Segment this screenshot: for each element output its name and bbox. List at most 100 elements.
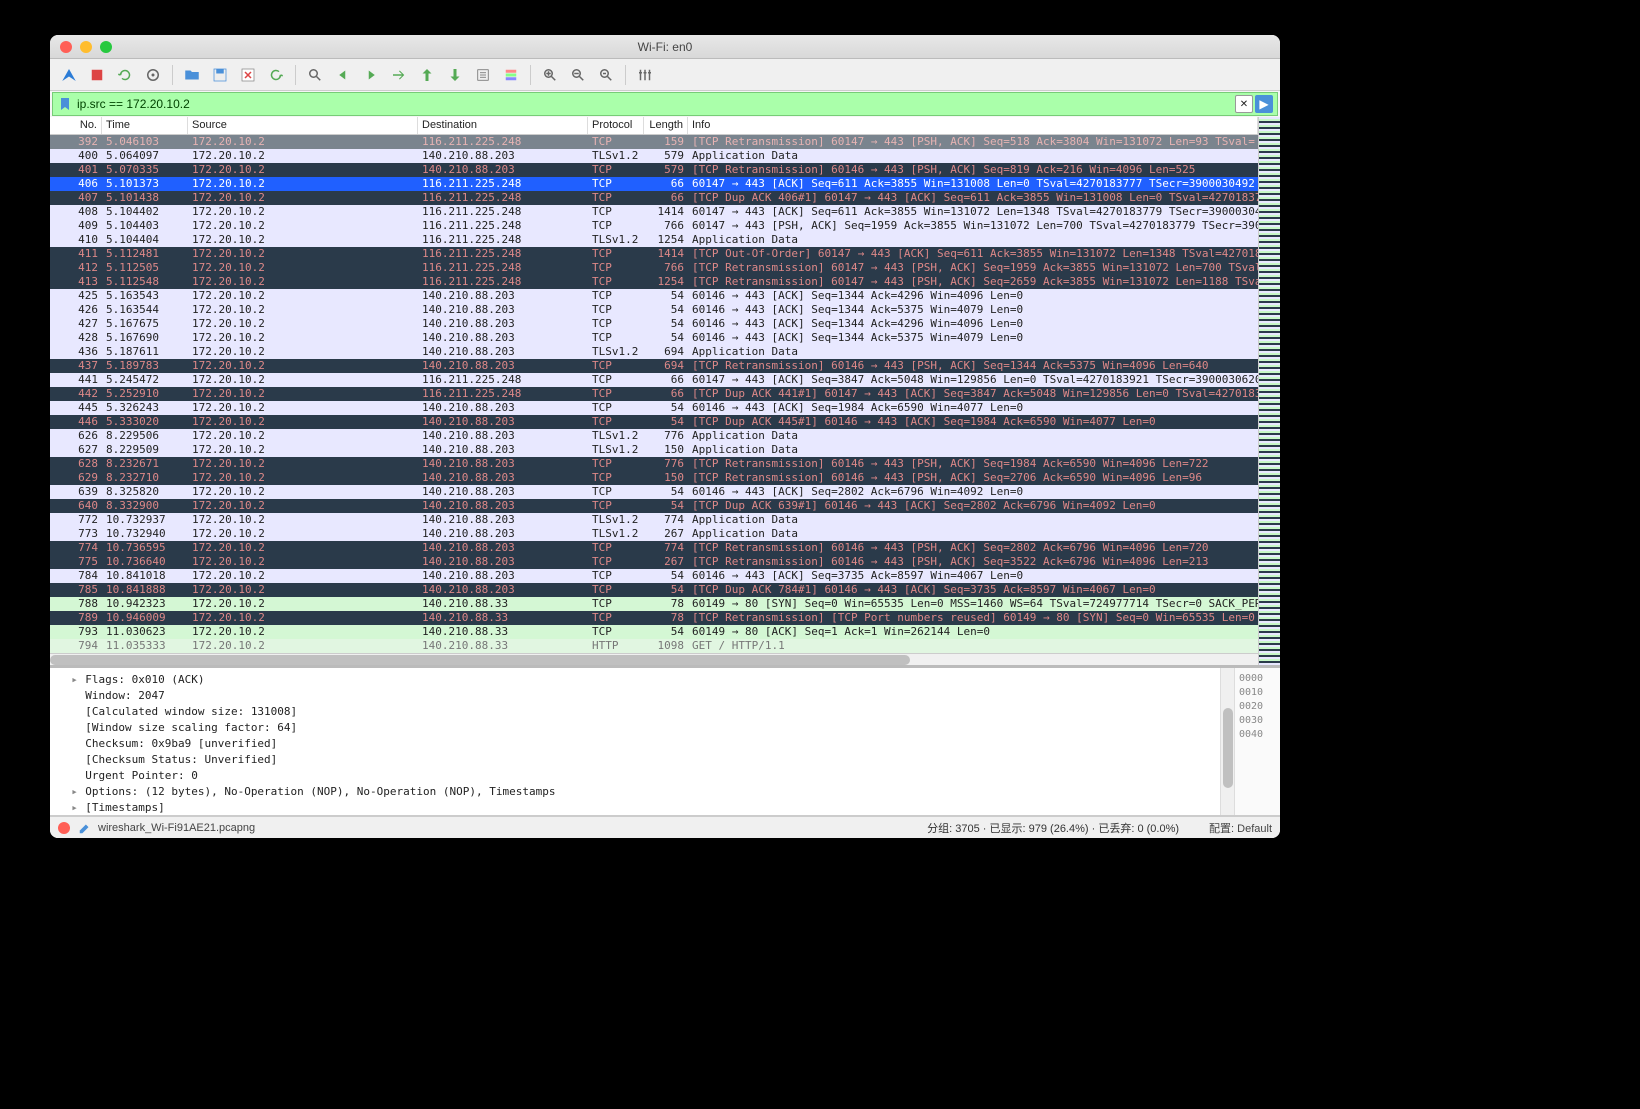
col-protocol[interactable]: Protocol <box>588 117 644 134</box>
first-packet-icon[interactable] <box>414 62 440 88</box>
packet-row[interactable]: 6278.229509172.20.10.2140.210.88.203TLSv… <box>50 443 1258 457</box>
profile-value[interactable]: Default <box>1237 823 1272 835</box>
detail-line[interactable]: [Window size scaling factor: 64] <box>58 720 1212 736</box>
packet-row[interactable]: 78510.841888172.20.10.2140.210.88.203TCP… <box>50 583 1258 597</box>
detail-line[interactable]: ▸Flags: 0x010 (ACK) <box>58 672 1212 688</box>
details-scrollbar[interactable] <box>1220 668 1234 815</box>
last-packet-icon[interactable] <box>442 62 468 88</box>
packet-details: ▸Flags: 0x010 (ACK) Window: 2047 [Calcul… <box>50 668 1280 816</box>
next-packet-icon[interactable] <box>358 62 384 88</box>
packet-row[interactable]: 4265.163544172.20.10.2140.210.88.203TCP5… <box>50 303 1258 317</box>
expand-icon[interactable]: ▸ <box>71 672 81 688</box>
packet-row[interactable]: 79411.035333172.20.10.2140.210.88.33HTTP… <box>50 639 1258 653</box>
packet-row[interactable]: 78910.946009172.20.10.2140.210.88.33TCP7… <box>50 611 1258 625</box>
packet-row[interactable]: 6398.325820172.20.10.2140.210.88.203TCP5… <box>50 485 1258 499</box>
packet-row[interactable]: 4465.333020172.20.10.2140.210.88.203TCP5… <box>50 415 1258 429</box>
auto-scroll-icon[interactable] <box>470 62 496 88</box>
column-headers[interactable]: No. Time Source Destination Protocol Len… <box>50 117 1258 135</box>
expand-icon[interactable]: ▸ <box>71 800 81 815</box>
save-file-icon[interactable] <box>207 62 233 88</box>
col-destination[interactable]: Destination <box>418 117 588 134</box>
packet-row[interactable]: 4375.189783172.20.10.2140.210.88.203TCP6… <box>50 359 1258 373</box>
byte-offset: 0020 <box>1239 700 1276 714</box>
packet-row[interactable]: 78410.841018172.20.10.2140.210.88.203TCP… <box>50 569 1258 583</box>
capture-options-icon[interactable] <box>140 62 166 88</box>
app-window: Wi-Fi: en0 ✕ ▶ + <box>50 35 1280 838</box>
detail-line[interactable]: [Checksum Status: Unverified] <box>58 752 1212 768</box>
toolbar <box>50 59 1280 91</box>
packet-row[interactable]: 77410.736595172.20.10.2140.210.88.203TCP… <box>50 541 1258 555</box>
packet-row[interactable]: 4085.104402172.20.10.2116.211.225.248TCP… <box>50 205 1258 219</box>
byte-offset: 0040 <box>1239 728 1276 742</box>
bookmark-icon[interactable] <box>57 96 73 112</box>
packet-row[interactable]: 4455.326243172.20.10.2140.210.88.203TCP5… <box>50 401 1258 415</box>
capture-file-name: wireshark_Wi-Fi91AE21.pcapng <box>98 822 927 834</box>
byte-offset: 0010 <box>1239 686 1276 700</box>
packet-stats: 分组: 3705 · 已显示: 979 (26.4%) · 已丢弃: 0 (0.… <box>927 820 1179 836</box>
packet-row[interactable]: 4075.101438172.20.10.2116.211.225.248TCP… <box>50 191 1258 205</box>
col-length[interactable]: Length <box>644 117 688 134</box>
apply-filter-icon[interactable]: ▶ <box>1255 95 1273 113</box>
packet-minimap[interactable] <box>1258 117 1280 665</box>
restart-capture-icon[interactable] <box>112 62 138 88</box>
packet-row[interactable]: 78810.942323172.20.10.2140.210.88.33TCP7… <box>50 597 1258 611</box>
zoom-out-icon[interactable] <box>565 62 591 88</box>
packet-row[interactable]: 77210.732937172.20.10.2140.210.88.203TLS… <box>50 513 1258 527</box>
display-filter-input[interactable] <box>77 97 1233 111</box>
detail-line[interactable]: ▸[Timestamps] <box>58 800 1212 815</box>
packet-row[interactable]: 4285.167690172.20.10.2140.210.88.203TCP5… <box>50 331 1258 345</box>
detail-line[interactable]: [Calculated window size: 131008] <box>58 704 1212 720</box>
resize-columns-icon[interactable] <box>632 62 658 88</box>
packet-row[interactable]: 77310.732940172.20.10.2140.210.88.203TLS… <box>50 527 1258 541</box>
zoom-reset-icon[interactable] <box>593 62 619 88</box>
detail-line[interactable]: ▸Options: (12 bytes), No-Operation (NOP)… <box>58 784 1212 800</box>
edit-capture-icon[interactable] <box>78 821 92 835</box>
open-file-icon[interactable] <box>179 62 205 88</box>
stop-capture-icon[interactable] <box>84 62 110 88</box>
packet-row[interactable]: 77510.736640172.20.10.2140.210.88.203TCP… <box>50 555 1258 569</box>
close-file-icon[interactable] <box>235 62 261 88</box>
detail-line[interactable]: Window: 2047 <box>58 688 1212 704</box>
colorize-icon[interactable] <box>498 62 524 88</box>
packet-row[interactable]: 6408.332900172.20.10.2140.210.88.203TCP5… <box>50 499 1258 513</box>
packet-row[interactable]: 4065.101373172.20.10.2116.211.225.248TCP… <box>50 177 1258 191</box>
horizontal-scrollbar[interactable] <box>50 653 1258 665</box>
col-info[interactable]: Info <box>688 117 1258 134</box>
profile-label: 配置: <box>1209 823 1234 835</box>
packet-row[interactable]: 4015.070335172.20.10.2140.210.88.203TCP5… <box>50 163 1258 177</box>
col-time[interactable]: Time <box>102 117 188 134</box>
byte-offsets: 00000010002000300040 <box>1234 668 1280 815</box>
packet-row[interactable]: 4115.112481172.20.10.2116.211.225.248TCP… <box>50 247 1258 261</box>
detail-line[interactable]: Checksum: 0x9ba9 [unverified] <box>58 736 1212 752</box>
detail-line[interactable]: Urgent Pointer: 0 <box>58 768 1212 784</box>
packet-row[interactable]: 4005.064097172.20.10.2140.210.88.203TLSv… <box>50 149 1258 163</box>
zoom-in-icon[interactable] <box>537 62 563 88</box>
status-bar: wireshark_Wi-Fi91AE21.pcapng 分组: 3705 · … <box>50 816 1280 838</box>
packet-row[interactable]: 4125.112505172.20.10.2116.211.225.248TCP… <box>50 261 1258 275</box>
reload-file-icon[interactable] <box>263 62 289 88</box>
packet-row[interactable]: 4095.104403172.20.10.2116.211.225.248TCP… <box>50 219 1258 233</box>
col-source[interactable]: Source <box>188 117 418 134</box>
packet-row[interactable]: 4415.245472172.20.10.2116.211.225.248TCP… <box>50 373 1258 387</box>
packet-row[interactable]: 3925.046103172.20.10.2116.211.225.248TCP… <box>50 135 1258 149</box>
packet-row[interactable]: 6268.229506172.20.10.2140.210.88.203TLSv… <box>50 429 1258 443</box>
packet-row[interactable]: 79311.030623172.20.10.2140.210.88.33TCP5… <box>50 625 1258 639</box>
packet-row[interactable]: 4365.187611172.20.10.2140.210.88.203TLSv… <box>50 345 1258 359</box>
find-icon[interactable] <box>302 62 328 88</box>
expand-icon[interactable]: ▸ <box>71 784 81 800</box>
clear-filter-icon[interactable]: ✕ <box>1235 95 1253 113</box>
shark-fin-icon[interactable] <box>56 62 82 88</box>
byte-offset: 0000 <box>1239 672 1276 686</box>
packet-row[interactable]: 4135.112548172.20.10.2116.211.225.248TCP… <box>50 275 1258 289</box>
packet-row[interactable]: 6298.232710172.20.10.2140.210.88.203TCP1… <box>50 471 1258 485</box>
packet-row[interactable]: 4105.104404172.20.10.2116.211.225.248TLS… <box>50 233 1258 247</box>
expert-info-icon[interactable] <box>58 822 70 834</box>
titlebar[interactable]: Wi-Fi: en0 <box>50 35 1280 59</box>
col-no[interactable]: No. <box>50 117 102 134</box>
packet-row[interactable]: 6288.232671172.20.10.2140.210.88.203TCP7… <box>50 457 1258 471</box>
goto-packet-icon[interactable] <box>386 62 412 88</box>
packet-row[interactable]: 4425.252910172.20.10.2116.211.225.248TCP… <box>50 387 1258 401</box>
packet-row[interactable]: 4255.163543172.20.10.2140.210.88.203TCP5… <box>50 289 1258 303</box>
prev-packet-icon[interactable] <box>330 62 356 88</box>
packet-row[interactable]: 4275.167675172.20.10.2140.210.88.203TCP5… <box>50 317 1258 331</box>
